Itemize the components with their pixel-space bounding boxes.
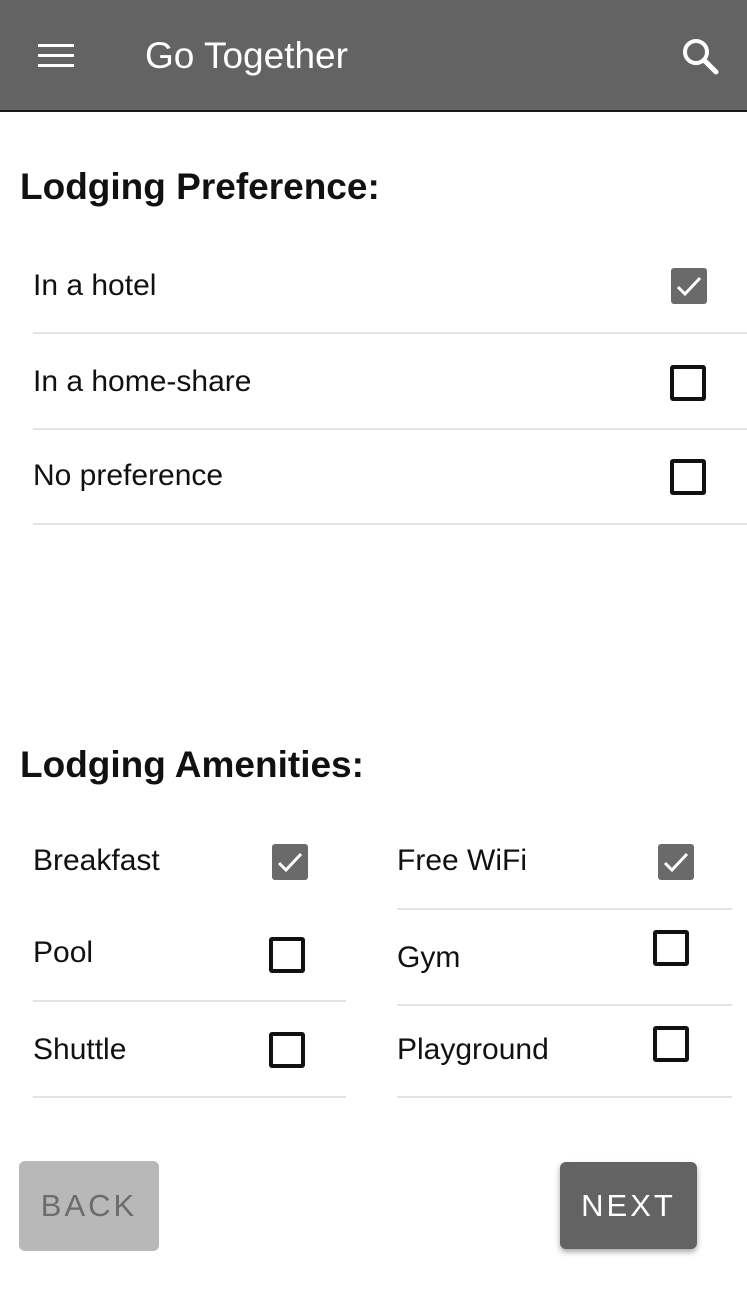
amenity-row-breakfast[interactable]: Breakfast [33,830,346,910]
preference-row-no-preference[interactable]: No preference [33,430,747,525]
checkmark-icon [277,852,303,873]
hotel-checkbox[interactable] [671,268,707,304]
amenity-label: Free WiFi [397,844,527,877]
playground-checkbox[interactable] [653,1026,689,1062]
app-title: Go Together [145,35,348,76]
amenity-label: Playground [397,1033,549,1066]
amenity-label: Pool [33,936,94,969]
amenity-row-gym[interactable]: Gym [397,910,732,1006]
amenity-row-free-wifi[interactable]: Free WiFi [397,830,732,910]
amenity-label: Gym [397,941,461,974]
amenity-label: Breakfast [33,844,160,877]
free-wifi-checkbox[interactable] [658,844,694,880]
amenity-row-playground[interactable]: Playground [397,1006,732,1098]
shuttle-checkbox[interactable] [269,1032,305,1068]
home-share-checkbox[interactable] [670,365,706,401]
no-preference-checkbox[interactable] [670,459,706,495]
lodging-preference-heading: Lodging Preference: [20,166,380,207]
breakfast-checkbox[interactable] [272,844,308,880]
back-button[interactable]: BACK [19,1161,159,1251]
lodging-amenities-heading: Lodging Amenities: [20,744,364,785]
preference-row-hotel[interactable]: In a hotel [33,238,747,334]
amenity-row-pool[interactable]: Pool [33,910,346,1002]
pool-checkbox[interactable] [269,937,305,973]
hamburger-menu-icon[interactable] [38,44,74,68]
amenity-label: Shuttle [33,1033,127,1066]
app-bar: Go Together [0,0,747,112]
checkmark-icon [676,276,702,297]
amenity-row-shuttle[interactable]: Shuttle [33,1002,346,1098]
preference-label: In a hotel [33,269,157,302]
preference-label: In a home-share [33,365,252,398]
search-icon[interactable] [680,36,720,76]
gym-checkbox[interactable] [653,930,689,966]
preference-label: No preference [33,459,224,492]
next-button[interactable]: NEXT [560,1162,697,1249]
checkmark-icon [663,852,689,873]
preference-row-home-share[interactable]: In a home-share [33,334,747,430]
